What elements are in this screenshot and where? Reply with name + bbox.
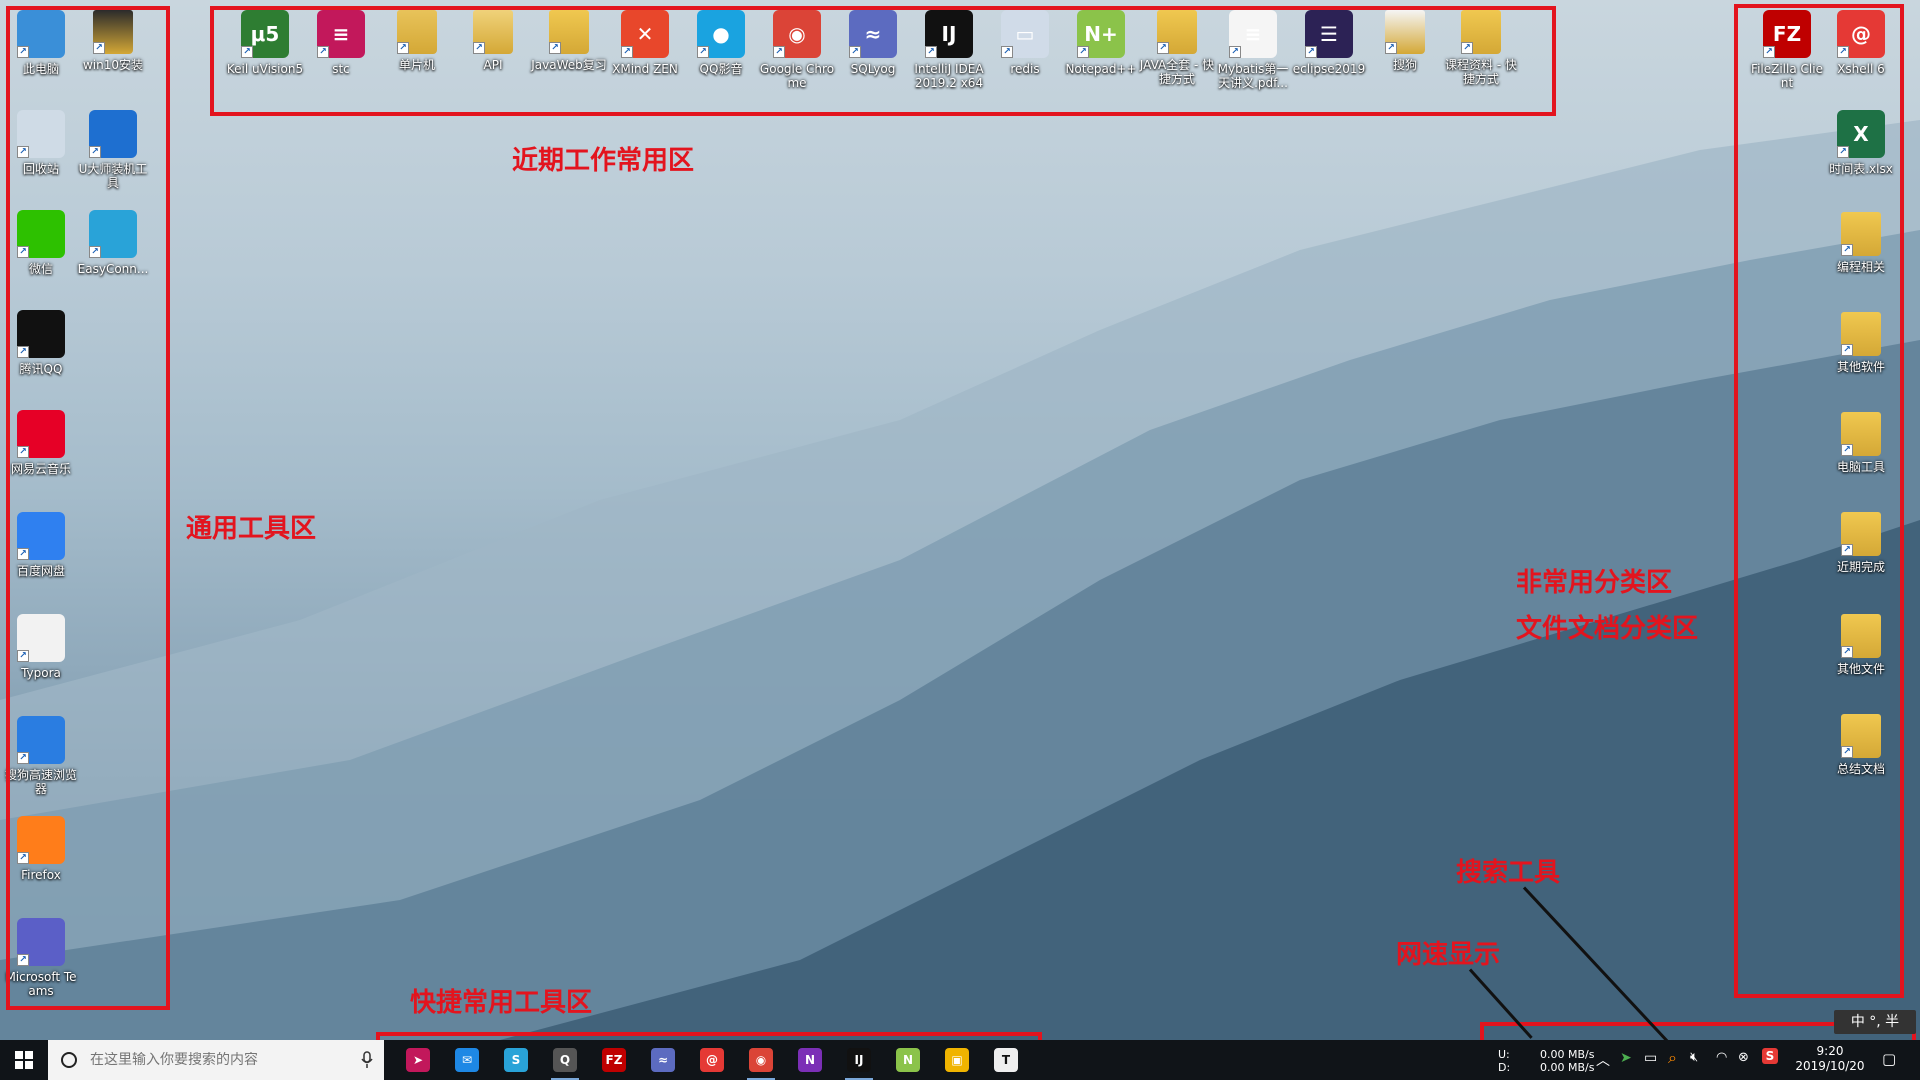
system-tray: U: D: 0.00 MB/s 0.00 MB/s ︿ ➤ ▭ ⌕ 🔇︎ ◠ ⊗… (1490, 1040, 1920, 1080)
taskbar-app-button[interactable]: ➤ (398, 1044, 438, 1076)
taskbar-search-input[interactable] (90, 1052, 350, 1068)
net-download-value: 0.00 MB/s (1540, 1061, 1595, 1074)
wifi-icon[interactable]: ◠ (1716, 1050, 1727, 1065)
taskbar-app-button[interactable]: N (790, 1044, 830, 1076)
net-labels: U: D: (1498, 1048, 1510, 1074)
taskbar-app-button[interactable]: T (986, 1044, 1026, 1076)
net-upload-label: U: (1498, 1048, 1510, 1061)
start-button[interactable] (0, 1040, 48, 1080)
taskbar-app-button[interactable]: S (496, 1044, 536, 1076)
cortana-circle-icon (61, 1052, 77, 1068)
net-speed-values: 0.00 MB/s 0.00 MB/s (1540, 1048, 1594, 1074)
show-hidden-icons-chevron-icon[interactable]: ︿ (1596, 1050, 1610, 1070)
category-box (1734, 4, 1904, 998)
paper-plane-icon: ➤ (406, 1048, 430, 1072)
microphone-icon[interactable] (360, 1051, 374, 1069)
taskbar-app-button[interactable]: N (888, 1044, 928, 1076)
taskbar-app-button[interactable]: ✉ (447, 1044, 487, 1076)
ime-status[interactable]: 中 °, 半 (1834, 1010, 1916, 1034)
taskbar-app-button[interactable]: IJ (839, 1044, 879, 1080)
taskbar-app-button[interactable]: ▣ (937, 1044, 977, 1076)
close-circle-icon[interactable]: ⊗ (1738, 1050, 1749, 1065)
typora-icon: T (994, 1048, 1018, 1072)
clock[interactable]: 9:20 2019/10/20 (1786, 1044, 1874, 1074)
taskbar-app-button[interactable]: Q (545, 1044, 585, 1080)
notepadpp-icon: N (896, 1048, 920, 1072)
net-download-label: D: (1498, 1061, 1511, 1074)
mail-icon: ✉ (455, 1048, 479, 1072)
notification-center-icon[interactable]: ▢ (1882, 1050, 1896, 1068)
chrome-icon: ◉ (749, 1048, 773, 1072)
sqlyog-icon: ≈ (651, 1048, 675, 1072)
battery-icon[interactable]: ▭ (1644, 1050, 1657, 1066)
recent-work-box (210, 6, 1556, 116)
filezilla-icon: FZ (602, 1048, 626, 1072)
qq-icon: Q (553, 1048, 577, 1072)
intellij-icon: IJ (847, 1048, 871, 1072)
clock-time: 9:20 (1816, 1044, 1844, 1058)
recent-work-label: 近期工作常用区 (512, 146, 695, 176)
taskbar: ➤ ✉ S Q FZ ≈ @ ◉ N IJ N ▣ T U: D: 0.00 MB/s 0.00 MB/… (0, 1040, 1920, 1080)
taskbar-search-box[interactable] (48, 1040, 384, 1080)
explorer-icon: ▣ (945, 1048, 969, 1072)
taskbar-app-button[interactable]: FZ (594, 1044, 634, 1076)
search-tool-label: 搜索工具 (1456, 858, 1561, 888)
uncommon-category-label: 非常用分类区 (1516, 568, 1673, 598)
easyconnect-icon: S (504, 1048, 528, 1072)
search-tool-icon[interactable]: ⌕ (1668, 1048, 1677, 1068)
onenote-icon: N (798, 1048, 822, 1072)
taskbar-app-button[interactable]: @ (692, 1044, 732, 1076)
volume-muted-icon[interactable]: 🔇︎ (1690, 1050, 1698, 1065)
send-arrow-icon[interactable]: ➤ (1620, 1050, 1632, 1066)
quick-tools-label: 快捷常用工具区 (410, 988, 593, 1018)
clock-date: 2019/10/20 (1795, 1059, 1865, 1073)
xshell-icon: @ (700, 1048, 724, 1072)
general-tools-box (6, 6, 170, 1010)
sogou-input-icon[interactable]: S (1762, 1048, 1778, 1064)
taskbar-app-button[interactable]: ≈ (643, 1044, 683, 1076)
net-upload-value: 0.00 MB/s (1540, 1048, 1595, 1061)
taskbar-app-button[interactable]: ◉ (741, 1044, 781, 1080)
general-tools-label: 通用工具区 (186, 514, 317, 544)
doc-category-label: 文件文档分类区 (1516, 614, 1699, 644)
windows-icon (15, 1051, 33, 1069)
net-speed-label: 网速显示 (1396, 940, 1501, 970)
